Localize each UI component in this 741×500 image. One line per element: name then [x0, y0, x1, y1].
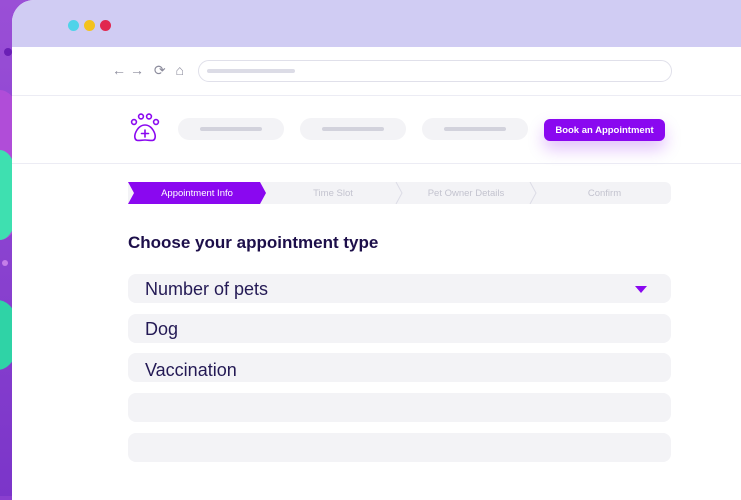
url-input[interactable] [198, 60, 672, 82]
nav-link[interactable] [300, 118, 406, 140]
browser-nav-icons: ← → ⟳ ⌂ [112, 62, 188, 79]
nav-link-placeholder [444, 127, 506, 131]
window-control-dot[interactable] [100, 20, 111, 31]
step-confirm[interactable]: Confirm [538, 182, 671, 204]
booking-stepper: Appointment Info Time Slot Pet Owner Det… [128, 182, 671, 204]
window-titlebar [12, 0, 741, 47]
url-placeholder-line [207, 69, 295, 73]
pet-type-field[interactable]: Dog [128, 314, 671, 343]
address-bar: ← → ⟳ ⌂ [12, 47, 741, 96]
field-value: Number of pets [145, 279, 269, 299]
nav-link-placeholder [322, 127, 384, 131]
step-separator-icon [395, 182, 403, 204]
step-separator-icon [529, 182, 537, 204]
browser-window: ← → ⟳ ⌂ Book an Appointment Appointment I… [12, 0, 741, 500]
back-arrow-icon[interactable]: ← [112, 62, 128, 78]
field-value: Vaccination [145, 360, 237, 380]
site-navbar: Book an Appointment [12, 96, 741, 164]
nav-link-placeholder [200, 127, 262, 131]
field-value: Dog [145, 319, 179, 339]
step-time-slot[interactable]: Time Slot [266, 182, 400, 204]
decor-dot [4, 48, 12, 56]
decor-dot [2, 260, 8, 266]
dropdown-caret-icon[interactable] [635, 286, 647, 293]
empty-field[interactable] [128, 393, 671, 422]
step-appointment-info[interactable]: Appointment Info [128, 182, 266, 204]
paw-logo-icon[interactable] [128, 112, 162, 146]
pets-count-select[interactable]: Number of pets [128, 274, 671, 303]
form-heading: Choose your appointment type [128, 233, 379, 252]
nav-link[interactable] [178, 118, 284, 140]
forward-arrow-icon[interactable]: → [130, 62, 146, 78]
book-appointment-button[interactable]: Book an Appointment [544, 119, 665, 141]
window-control-dot[interactable] [84, 20, 95, 31]
empty-field[interactable] [128, 433, 671, 462]
step-pet-owner-details[interactable]: Pet Owner Details [404, 182, 528, 204]
service-type-field[interactable]: Vaccination [128, 353, 671, 382]
nav-link[interactable] [422, 118, 528, 140]
home-icon[interactable]: ⌂ [176, 62, 186, 78]
window-control-dot[interactable] [68, 20, 79, 31]
reload-icon[interactable]: ⟳ [154, 62, 168, 79]
